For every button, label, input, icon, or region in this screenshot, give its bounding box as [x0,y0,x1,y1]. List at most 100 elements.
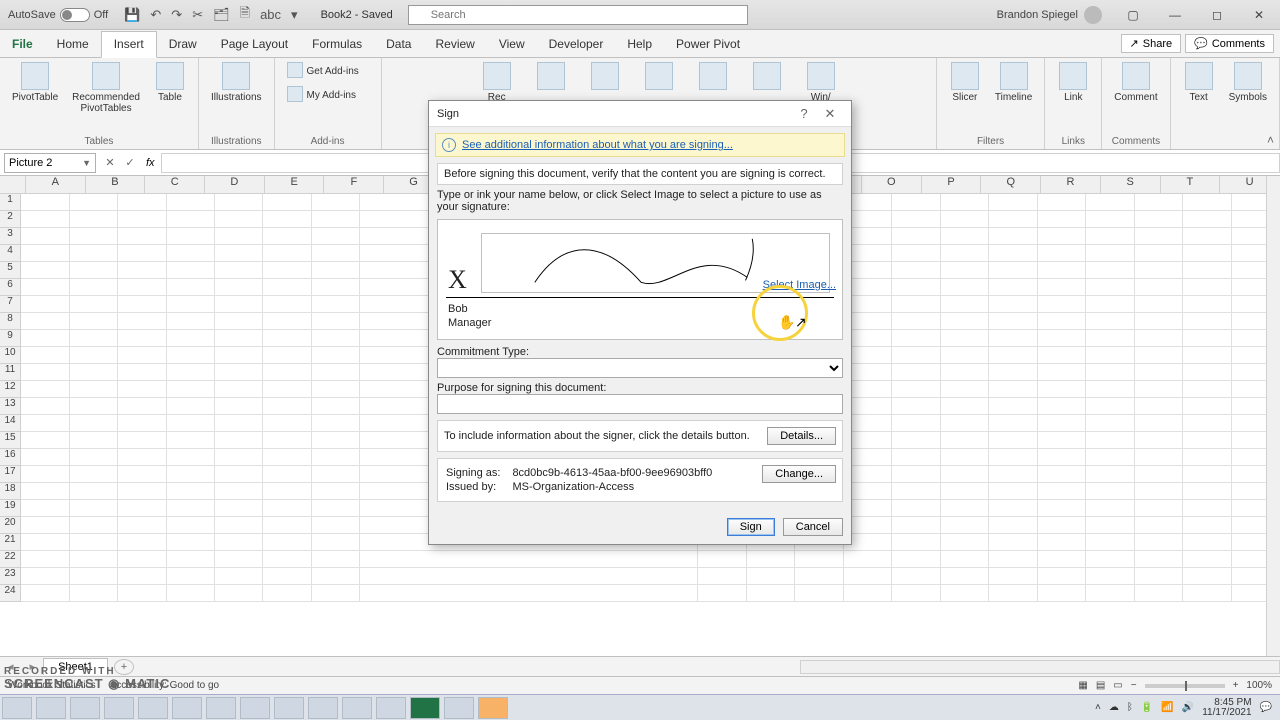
cell[interactable] [1086,313,1134,330]
cell[interactable] [989,262,1037,279]
tab-review[interactable]: Review [423,30,486,57]
cell[interactable] [892,296,940,313]
row-header[interactable]: 14 [0,415,21,432]
cell[interactable] [215,585,263,602]
tab-insert[interactable]: Insert [101,31,157,58]
col-header[interactable]: C [145,176,205,193]
cell[interactable] [21,449,69,466]
cell[interactable] [21,211,69,228]
tab-page-layout[interactable]: Page Layout [209,30,300,57]
cell[interactable] [892,585,940,602]
cell[interactable] [21,568,69,585]
cell[interactable] [70,279,118,296]
cell[interactable] [1135,415,1183,432]
additional-info-link[interactable]: See additional information about what yo… [462,139,733,151]
cell[interactable] [312,347,360,364]
cell[interactable] [21,194,69,211]
cell[interactable] [1135,517,1183,534]
taskbar-app[interactable] [308,697,338,719]
cell[interactable] [989,398,1037,415]
cell[interactable] [795,551,843,568]
cell[interactable] [215,466,263,483]
cell[interactable] [312,551,360,568]
cell[interactable] [167,313,215,330]
cell[interactable] [21,262,69,279]
cell[interactable] [263,194,311,211]
cell[interactable] [167,415,215,432]
cell[interactable] [70,551,118,568]
tab-file[interactable]: File [0,30,45,57]
cell[interactable] [1135,194,1183,211]
cell[interactable] [698,568,746,585]
row-header[interactable]: 5 [0,262,21,279]
cell[interactable] [118,466,166,483]
cell[interactable] [747,551,795,568]
row-header[interactable]: 3 [0,228,21,245]
cell[interactable] [941,483,989,500]
cell[interactable] [70,381,118,398]
cell[interactable] [167,568,215,585]
row-header[interactable]: 21 [0,534,21,551]
row-header[interactable]: 4 [0,245,21,262]
cell[interactable] [118,551,166,568]
row-header[interactable]: 20 [0,517,21,534]
cell[interactable] [1086,347,1134,364]
autosave-toggle[interactable]: AutoSave Off [0,8,116,22]
cell[interactable] [989,449,1037,466]
cell[interactable] [167,381,215,398]
cell[interactable] [263,381,311,398]
recommended-charts-button[interactable]: Rec [477,60,517,105]
cell[interactable] [215,551,263,568]
start-button[interactable] [2,697,32,719]
cell[interactable] [70,330,118,347]
cell[interactable] [167,228,215,245]
view-layout-icon[interactable]: ▤ [1096,680,1105,691]
cell[interactable] [892,466,940,483]
cell[interactable] [1086,262,1134,279]
view-pagebreak-icon[interactable]: ▭ [1113,680,1122,691]
cell[interactable] [312,381,360,398]
cell[interactable] [941,415,989,432]
cell[interactable] [941,500,989,517]
cell[interactable] [1183,228,1231,245]
cell[interactable] [1135,432,1183,449]
cell[interactable] [312,398,360,415]
taskbar-app[interactable] [172,697,202,719]
cell[interactable] [263,364,311,381]
cell[interactable] [118,228,166,245]
cell[interactable] [215,347,263,364]
cell[interactable] [747,585,795,602]
cell[interactable] [1135,245,1183,262]
cell[interactable] [989,347,1037,364]
cell[interactable] [263,262,311,279]
row-header[interactable]: 24 [0,585,21,602]
col-header[interactable]: F [324,176,384,193]
select-all-corner[interactable] [0,176,26,193]
share-button[interactable]: ↗Share [1121,34,1182,53]
cell[interactable] [312,296,360,313]
cell[interactable] [892,211,940,228]
cell[interactable] [1086,364,1134,381]
cell[interactable] [312,211,360,228]
charts-button[interactable] [531,60,571,94]
cell[interactable] [1183,347,1231,364]
row-header[interactable]: 9 [0,330,21,347]
tray-wifi-icon[interactable]: 📶 [1161,702,1173,713]
cell[interactable] [118,347,166,364]
tray-bluetooth-icon[interactable]: ᛒ [1127,702,1133,713]
col-header[interactable]: S [1101,176,1161,193]
cell[interactable] [1086,211,1134,228]
cell[interactable] [263,415,311,432]
cancel-formula-icon[interactable]: ✕ [100,156,120,169]
cell[interactable] [167,500,215,517]
cell[interactable] [1086,398,1134,415]
save-icon[interactable]: 💾 [124,7,140,23]
cell[interactable] [263,432,311,449]
cell[interactable] [1183,534,1231,551]
cell[interactable] [263,398,311,415]
cell[interactable] [1135,330,1183,347]
cell[interactable] [698,585,746,602]
cell[interactable] [941,517,989,534]
cell[interactable] [1038,432,1086,449]
cell[interactable] [989,432,1037,449]
